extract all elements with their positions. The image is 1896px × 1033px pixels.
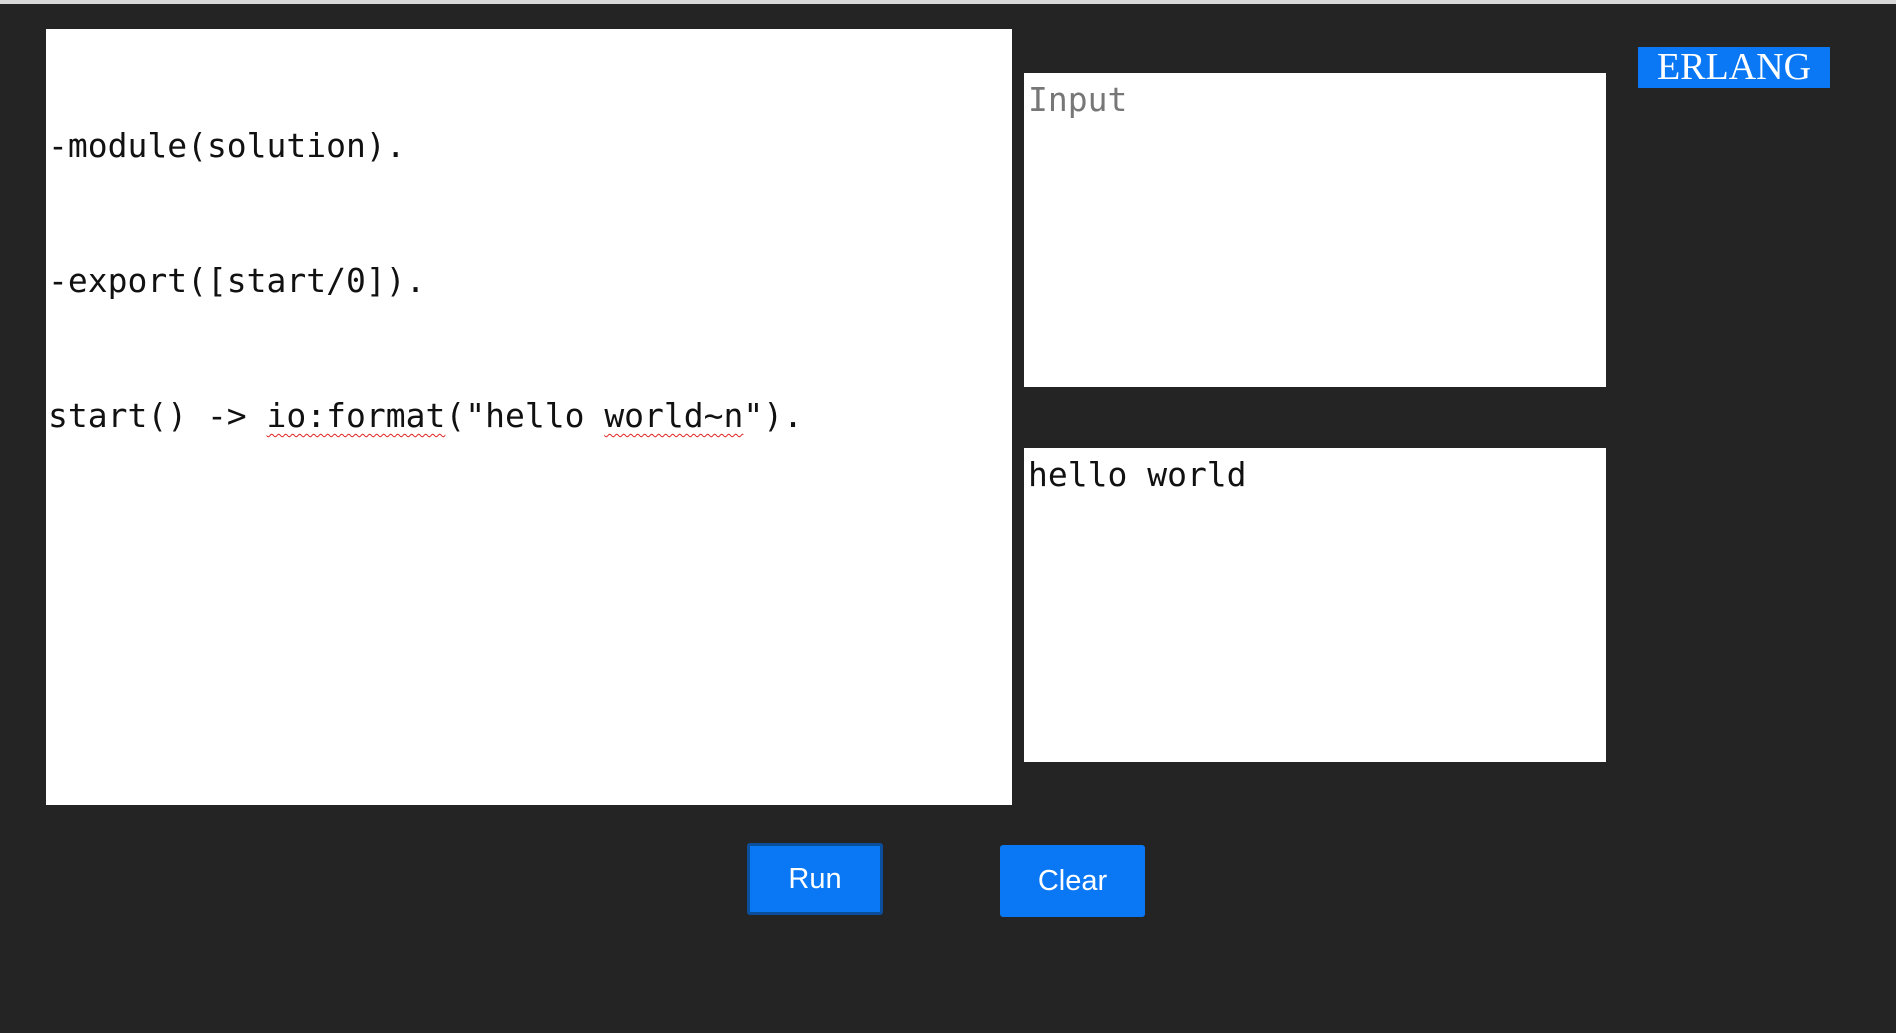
misspelled-word: io:format — [266, 396, 446, 435]
run-button[interactable]: Run — [747, 843, 883, 915]
code-editor[interactable]: -module(solution). -export([start/0]). s… — [46, 29, 1012, 805]
code-line: -module(solution). — [48, 123, 1010, 168]
window-top-border — [0, 0, 1896, 4]
code-segment: start() -> — [48, 396, 267, 435]
output-text: hello world — [1028, 455, 1247, 494]
input-field[interactable]: Input — [1024, 73, 1606, 387]
input-placeholder: Input — [1028, 80, 1128, 119]
language-badge: ERLANG — [1638, 47, 1830, 88]
code-segment: ("hello — [445, 396, 605, 435]
code-segment: "). — [743, 396, 803, 435]
code-line: start() -> io:format("hello world~n"). — [48, 393, 1010, 438]
output-panel: hello world — [1024, 448, 1606, 762]
code-line-text: -export([start/0]). — [48, 261, 426, 300]
code-line-text: -module(solution). — [48, 126, 406, 165]
clear-button[interactable]: Clear — [1000, 845, 1145, 917]
misspelled-word: world~n — [604, 396, 744, 435]
code-line: -export([start/0]). — [48, 258, 1010, 303]
